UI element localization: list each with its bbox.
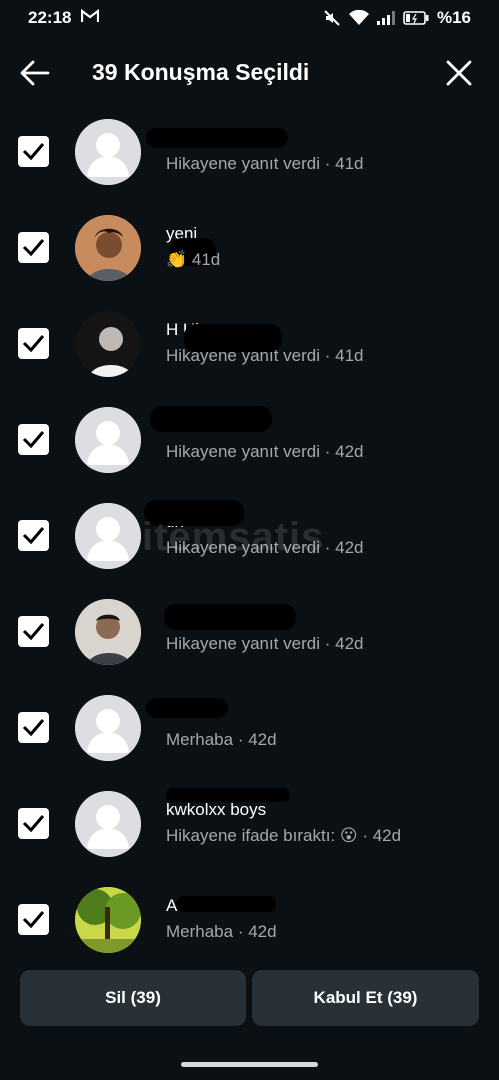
checkbox-checked[interactable] (18, 904, 49, 935)
redaction-mark (146, 128, 288, 148)
conversation-preview: Hikayene yanıt verdi · 41d (166, 346, 364, 365)
conversation-preview: Merhaba · 42d (166, 730, 277, 749)
conversation-preview: Hikayene yanıt verdi · 42d (166, 634, 364, 653)
conversation-preview: 👏 41d (166, 250, 221, 269)
gmail-icon (81, 8, 100, 28)
avatar-default (75, 791, 141, 857)
conversation-name: kwkolxx boys (166, 800, 267, 819)
checkbox-checked[interactable] (18, 808, 49, 839)
arrow-left-icon (18, 60, 52, 92)
avatar-default (75, 695, 141, 761)
watermark-text: itemsatis (142, 515, 325, 559)
status-bar: 22:18 %16 (0, 0, 499, 36)
redaction-mark (166, 788, 290, 802)
bulk-action-bar: Sil (39) Kabul Et (39) (0, 970, 499, 1028)
checkbox-checked[interactable] (18, 616, 49, 647)
delete-button[interactable]: Sil (39) (20, 970, 246, 1026)
conversation-row[interactable]: H Ulu Hikayene yanıt verdi · 41d (0, 296, 499, 392)
back-button[interactable] (18, 58, 52, 88)
status-time: 22:18 (28, 8, 72, 27)
checkbox-checked[interactable] (18, 232, 49, 263)
avatar-default (75, 119, 141, 185)
battery-icon (403, 11, 429, 25)
checkbox-checked[interactable] (18, 712, 49, 743)
avatar-photo (75, 311, 141, 377)
conversation-preview: Merhaba · 42d (166, 922, 277, 941)
redaction-mark (150, 406, 272, 432)
conversation-preview: Hikayene yanıt verdi · 41d (166, 154, 364, 173)
checkbox-checked[interactable] (18, 136, 49, 167)
avatar-photo (75, 599, 141, 665)
redaction-mark (176, 896, 276, 912)
page-title: 39 Konuşma Seçildi (92, 59, 310, 85)
checkbox-checked[interactable] (18, 328, 49, 359)
signal-icon (376, 11, 395, 25)
conversation-row[interactable]: Merhaba · 42d (0, 680, 499, 776)
mute-icon (323, 9, 341, 27)
conversation-row[interactable]: yeni 👏 41d (0, 200, 499, 296)
redaction-mark (164, 604, 296, 630)
selection-header: 39 Konuşma Seçildi (0, 50, 499, 96)
avatar-photo (75, 887, 141, 953)
conversation-row[interactable]: kin Hikayene yanıt verdi · 42d (0, 584, 499, 680)
conversation-row[interactable]: okr ver31 Hikayene yanıt verdi · 42d (0, 392, 499, 488)
wifi-icon (348, 10, 369, 26)
avatar-default (75, 503, 141, 569)
conversation-row[interactable]: kwkolxx boys Hikayene ifade bıraktı: 😮 ·… (0, 776, 499, 872)
avatar-photo (75, 215, 141, 281)
avatar-default (75, 407, 141, 473)
conversation-preview: Hikayene ifade bıraktı: 😮 · 42d (166, 826, 402, 845)
conversation-preview: Hikayene yanıt verdi · 42d (166, 442, 364, 461)
checkbox-checked[interactable] (18, 424, 49, 455)
redaction-mark (146, 698, 228, 718)
home-indicator[interactable] (181, 1062, 318, 1067)
close-button[interactable] (444, 58, 474, 88)
accept-button[interactable]: Kabul Et (39) (252, 970, 479, 1026)
close-icon (444, 60, 474, 92)
battery-level: %16 (436, 8, 471, 27)
conversation-row[interactable]: A Merhaba · 42d (0, 872, 499, 968)
conversation-row[interactable]: Hikayene yanıt verdi · 41d (0, 104, 499, 200)
checkbox-checked[interactable] (18, 520, 49, 551)
